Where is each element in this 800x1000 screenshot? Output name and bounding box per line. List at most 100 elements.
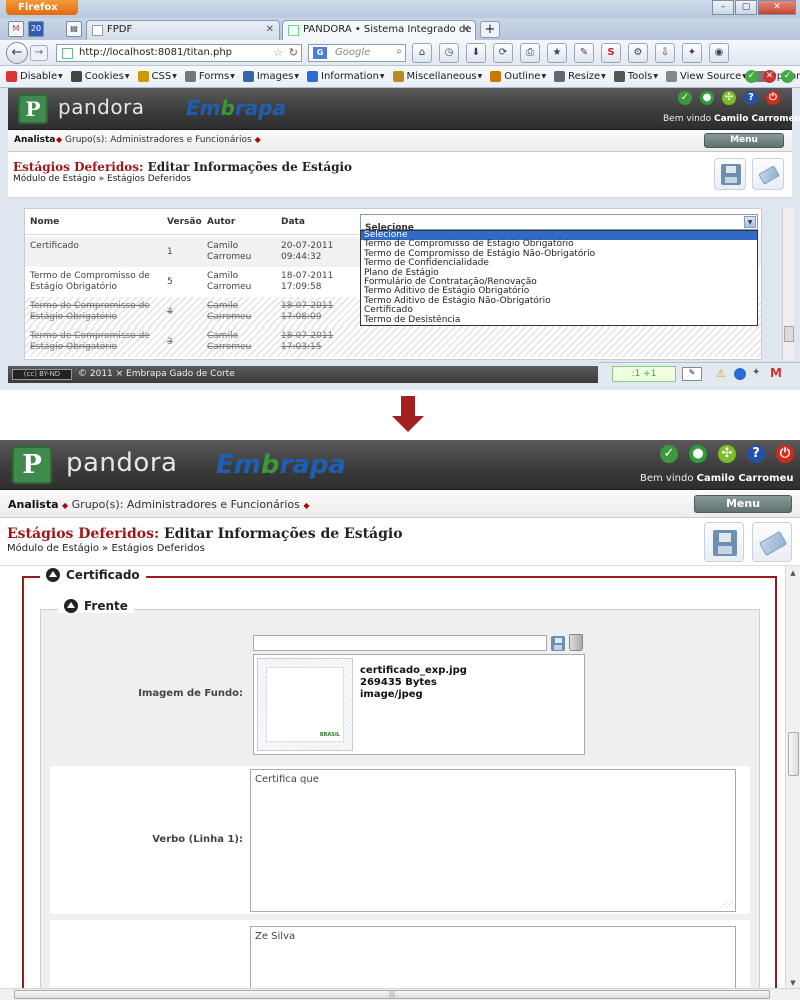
close-tab-icon[interactable]: ✕ [462, 24, 470, 35]
document-type-select[interactable]: Selecione ▼ [360, 214, 758, 233]
webdev-menu-item[interactable]: Information ▼ [307, 71, 385, 82]
cc-license-icon: (cc) BY-ND [12, 369, 72, 380]
horizontal-scrollbar[interactable]: ||| [0, 988, 800, 1000]
save-button[interactable] [704, 522, 744, 562]
shield-icon[interactable]: ✓ [660, 445, 678, 463]
scroll-up-icon[interactable]: ▲ [786, 566, 800, 580]
globe-icon[interactable]: ◉ [709, 43, 729, 63]
home-icon[interactable]: ⌂ [412, 43, 432, 63]
tab-pandora[interactable]: PANDORA • Sistema Integrado de Ge... ✕ [282, 20, 476, 40]
valid-css-icon[interactable]: ✓ [745, 70, 758, 83]
search-icon[interactable]: ⌕ [396, 46, 402, 57]
col-versao[interactable]: Versão [167, 217, 202, 227]
dropdown-option[interactable]: Termo Aditivo de Estágio Não-Obrigatório [361, 296, 757, 306]
menu-button[interactable]: Menu [694, 495, 792, 513]
warning-icon[interactable]: ⚠ [716, 367, 726, 380]
minimize-icon[interactable]: – [712, 0, 734, 15]
back-arrow-icon[interactable]: ← [6, 42, 28, 64]
col-data[interactable]: Data [281, 217, 305, 227]
horizontal-scrollbar-thumb[interactable]: ||| [14, 990, 770, 999]
puzzle-icon[interactable]: ✣ [718, 445, 736, 463]
brazil-flag-icon[interactable]: ● [689, 445, 707, 463]
firefox-menu-button[interactable]: Firefox [6, 0, 78, 15]
forward-arrow-icon[interactable]: → [30, 45, 48, 61]
gmail-icon[interactable]: M [8, 21, 24, 37]
google-icon[interactable]: G [313, 47, 327, 59]
bookmarks-star-icon[interactable]: ★ [547, 43, 567, 63]
pen-tool-icon[interactable]: ✎ [682, 367, 702, 381]
gmail-status-icon[interactable]: M [770, 366, 782, 380]
valid-js-icon[interactable]: ✓ [781, 70, 794, 83]
maximize-icon[interactable]: ▢ [735, 0, 757, 15]
webdev-menu-item[interactable]: CSS ▼ [137, 71, 177, 82]
download-arrow-icon[interactable]: ⇩ [655, 43, 675, 63]
col-nome[interactable]: Nome [30, 217, 59, 227]
save-button[interactable] [714, 158, 746, 190]
shield-icon[interactable]: ✓ [678, 91, 692, 105]
webdev-menu-item[interactable]: Cookies ▼ [70, 71, 130, 82]
page-scrollbar[interactable] [782, 208, 794, 360]
globe-status-icon[interactable] [734, 368, 746, 380]
print-icon[interactable]: ⎙ [520, 43, 540, 63]
page-scrollbar[interactable]: ▲ ▼ [785, 566, 800, 990]
trash-icon[interactable] [569, 634, 583, 651]
download-icon[interactable]: ⬇ [466, 43, 486, 63]
certificado-legend[interactable]: Certificado [40, 568, 146, 582]
webdev-menu-item[interactable]: Forms ▼ [184, 71, 235, 82]
close-tab-icon[interactable]: ✕ [266, 24, 274, 35]
calendar-icon[interactable]: 20 [28, 21, 44, 37]
brazil-flag-icon[interactable]: ● [700, 91, 714, 105]
page-icon[interactable]: ▤ [66, 21, 82, 37]
power-icon[interactable]: ⏻ [776, 445, 794, 463]
invalid-html-icon[interactable]: ✕ [763, 70, 776, 83]
webdev-menu-item[interactable]: Outline ▼ [490, 71, 546, 82]
settings-gear-icon[interactable]: ⚙ [628, 43, 648, 63]
reload-icon[interactable]: ↻ [289, 46, 298, 59]
webdev-menu-item[interactable]: Images ▼ [242, 71, 299, 82]
help-icon[interactable]: ? [747, 445, 765, 463]
addon-icon[interactable]: ✎ [574, 43, 594, 63]
menu-button[interactable]: Menu [704, 133, 784, 148]
resize-grip-icon[interactable]: ⋰⋰ [720, 901, 733, 909]
webdev-menu-item[interactable]: Tools ▼ [613, 71, 658, 82]
groups-value: Administradores e Funcionários [110, 135, 252, 145]
addon-status-icon[interactable]: ✦ [752, 367, 760, 378]
certificate-thumbnail[interactable]: BRASIL [257, 658, 353, 751]
embrapa-logo-part2: b [220, 96, 235, 120]
chevron-down-icon[interactable]: ▼ [744, 216, 756, 228]
history-clock-icon[interactable]: ◷ [439, 43, 459, 63]
url-bar[interactable]: http://localhost:8081/titan.php ☆ ↻ [56, 44, 302, 62]
stylish-icon[interactable]: S [601, 43, 621, 63]
scrollbar-thumb[interactable] [788, 732, 799, 776]
embrapa-logo-part1: Em [186, 96, 221, 120]
frente-legend[interactable]: Frente [58, 599, 134, 613]
puzzle-icon[interactable]: ✣ [722, 91, 736, 105]
webdev-menu-item[interactable]: Miscellaneous ▼ [392, 71, 482, 82]
search-bar[interactable]: G Google ⌕ [308, 44, 406, 62]
new-tab-icon[interactable]: + [480, 21, 500, 38]
image-path-input[interactable] [253, 635, 547, 651]
col-autor[interactable]: Autor [207, 217, 235, 227]
collapse-icon[interactable] [46, 568, 60, 582]
upload-save-icon[interactable] [551, 636, 565, 651]
bookmark-star-icon[interactable]: ☆ [273, 46, 283, 59]
help-icon[interactable]: ? [744, 91, 758, 105]
verbo-value: Certifica que [255, 774, 319, 785]
clear-button[interactable] [752, 522, 792, 562]
dropdown-option[interactable]: Termo de Desistência [361, 315, 757, 325]
close-window-icon[interactable]: ✕ [758, 0, 796, 15]
addon-bug-icon[interactable]: ✦ [682, 43, 702, 63]
status-pill[interactable]: :1 +1 [612, 366, 676, 382]
webdev-menu-item[interactable]: Disable ▼ [6, 71, 63, 82]
tab-fpdf[interactable]: FPDF ✕ [86, 20, 280, 40]
clear-button[interactable] [752, 158, 784, 190]
sync-icon[interactable]: ⟳ [493, 43, 513, 63]
table-row[interactable]: Termo de Compromisso de Estágio Obrigató… [25, 327, 761, 357]
webdev-menu-item[interactable]: View Source▼ [666, 71, 747, 82]
power-icon[interactable]: ⏻ [766, 91, 780, 105]
webdev-menu-item[interactable]: Resize ▼ [554, 71, 606, 82]
collapse-icon[interactable] [64, 599, 78, 613]
verbo-textarea[interactable]: Certifica que ⋰⋰ [250, 769, 736, 912]
name-textarea[interactable]: Ze Silva [250, 926, 736, 990]
scrollbar-thumb[interactable] [784, 326, 794, 342]
